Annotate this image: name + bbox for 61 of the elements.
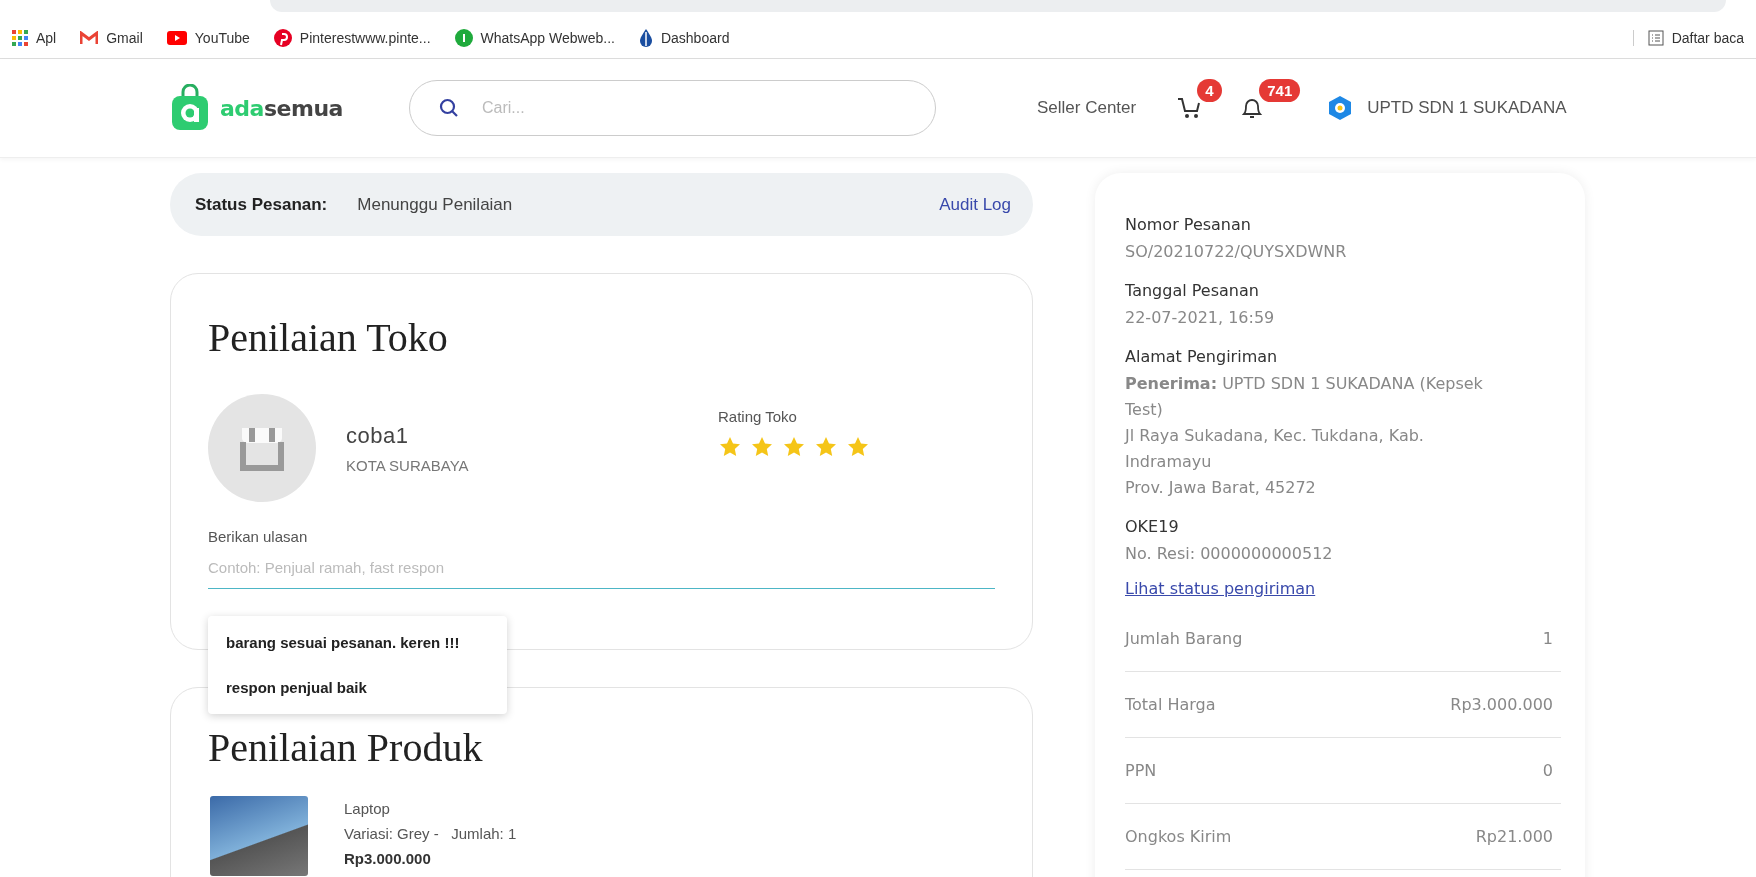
search-field[interactable]: Cari...: [409, 80, 936, 136]
summary-value: 1: [1542, 629, 1553, 648]
suggestion-item[interactable]: respon penjual baik: [208, 665, 507, 710]
apps-grid-icon: [12, 30, 28, 46]
summary-label: Ongkos Kirim: [1125, 827, 1232, 846]
play-icon: [166, 31, 187, 45]
chat-icon: [454, 29, 473, 47]
product-price: Rp3.000.000: [344, 849, 432, 869]
review-label: Berikan ulasan: [208, 528, 309, 545]
shopping-bag-logo-icon: [170, 84, 210, 132]
field-label: OKE19: [1125, 516, 1180, 538]
field-label: Nomor Pesanan: [1125, 214, 1252, 236]
summary-value: 0: [1542, 761, 1553, 780]
summary-label: PPN: [1125, 761, 1157, 780]
reading-list-button[interactable]: Daftar baca: [1632, 30, 1744, 46]
bookmark-link[interactable]: Pinterestwww.pinte...: [273, 29, 431, 47]
star-icon: [846, 435, 870, 459]
pin-icon: [273, 29, 292, 47]
list-icon: [1647, 30, 1664, 46]
card-title: Penilaian Produk: [208, 724, 484, 772]
bookmark-link[interactable]: Gmail: [80, 30, 143, 46]
store-city: KOTA SURABAYA: [346, 456, 470, 474]
status-value: Menunggu Penilaian: [357, 194, 513, 215]
product-name: Laptop: [344, 799, 391, 819]
store-name: coba1: [346, 422, 410, 449]
user-name[interactable]: UPTD SDN 1 SUKADANA: [1367, 98, 1567, 118]
summary-value: Rp3.000.000: [1450, 695, 1553, 714]
summary-value: Rp21.000: [1475, 827, 1553, 846]
card-title: Penilaian Toko: [208, 314, 449, 362]
summary-label: Total Harga: [1125, 695, 1216, 714]
status-label: Status Pesanan:: [195, 194, 328, 215]
suggestion-item[interactable]: barang sesuai pesanan. keren !!!: [208, 620, 507, 665]
bookmark-link[interactable]: YouTube: [166, 30, 250, 46]
field-value: 22-07-2021, 16:59: [1125, 307, 1276, 329]
tracking-link[interactable]: Lihat status pengiriman: [1125, 579, 1316, 598]
notification-count-badge: 741: [1259, 79, 1301, 102]
field-value: SO/20210722/QUYSXDWNR: [1125, 241, 1348, 263]
field-label: Alamat Pengiriman: [1125, 346, 1279, 368]
logo-text: adasemua: [220, 95, 343, 121]
audit-log-link[interactable]: Audit Log: [939, 194, 1011, 215]
star-icon: [814, 435, 838, 459]
field-value: Prov. Jawa Barat, 45272: [1125, 477, 1317, 499]
bookmark-link[interactable]: Dashboard: [638, 29, 730, 47]
school-emblem-icon: [1327, 95, 1354, 121]
seller-center-link[interactable]: Seller Center: [1037, 98, 1137, 118]
rating-label: Rating Toko: [718, 408, 798, 425]
search-icon: [439, 98, 459, 118]
mail-icon: [80, 31, 99, 45]
star-icon: [718, 435, 742, 459]
cart-count-badge: 4: [1197, 79, 1222, 102]
bookmark-link[interactable]: Apl: [12, 30, 57, 46]
star-icon: [750, 435, 774, 459]
field-label: Tanggal Pesanan: [1125, 280, 1260, 302]
bookmark-link[interactable]: WhatsApp Webweb...: [454, 29, 615, 47]
product-variant: Variasi: Grey -: [344, 825, 439, 842]
field-value: Jl Raya Sukadana, Kec. Tukdana, Kab. Indramayu: [1125, 425, 1425, 473]
field-value: No. Resi: 0000000000512: [1125, 543, 1334, 565]
summary-label: Jumlah Barang: [1125, 629, 1243, 648]
star-icon: [782, 435, 806, 459]
field-value: Penerima: UPTD SDN 1 SUKADANA (Kepsek Test): [1125, 373, 1484, 421]
product-quantity: Jumlah: 1: [451, 825, 517, 842]
